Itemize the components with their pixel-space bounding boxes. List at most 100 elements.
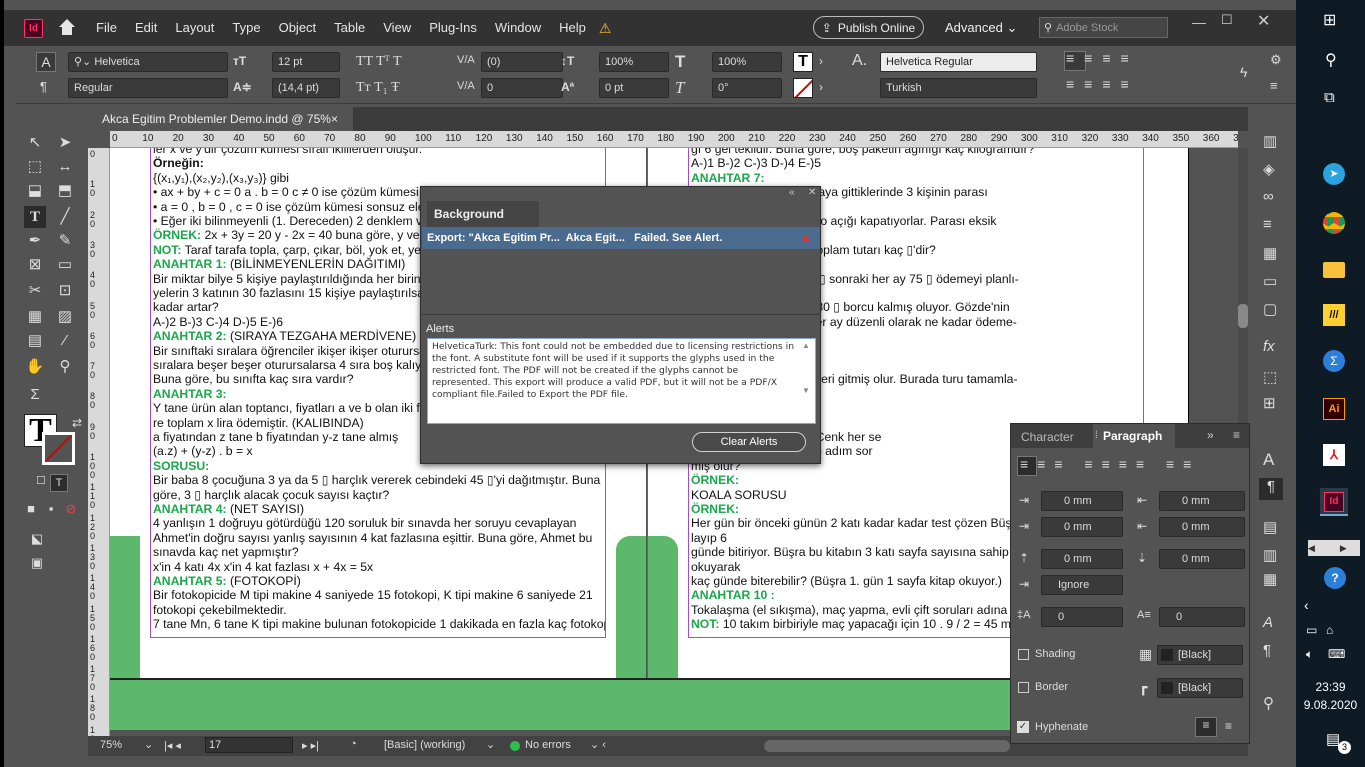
paragraph-mode-icon[interactable]: ¶ [40, 79, 47, 94]
pen-tool-icon[interactable]: ✒ [24, 230, 46, 252]
zoom-tool-icon[interactable]: ⚲ [54, 356, 76, 378]
start-icon[interactable]: ⊞ [1323, 10, 1336, 30]
apply-color-icon[interactable]: ■ [20, 498, 42, 520]
panel-close-icon[interactable]: ✕ [808, 187, 816, 198]
paragraph-icon[interactable]: ¶ [1259, 478, 1283, 500]
alerts-textbox[interactable]: HelveticaTurk: This font could not be em… [427, 338, 816, 424]
first-indent-field[interactable]: 0 mm [1041, 517, 1123, 537]
menu-plugins[interactable]: Plug-Ins [420, 10, 486, 46]
telegram-icon[interactable]: ➤ [1323, 163, 1345, 185]
hand-tool-icon[interactable]: ✋ [24, 356, 46, 378]
gradient-feather-icon[interactable]: ▨ [54, 306, 76, 328]
horizontal-scrollbar[interactable] [764, 740, 1010, 752]
workspace-switcher[interactable]: Advanced ⌄ [945, 10, 1017, 46]
single-line-composer-icon[interactable]: ≡ [1195, 717, 1217, 737]
lightning-icon[interactable]: ϟ [1240, 64, 1247, 80]
preflight-profile[interactable]: [Basic] (working) [384, 739, 465, 751]
character-style-field[interactable]: Helvetica Regular [880, 52, 1037, 72]
task-row[interactable]: Export: "Akca Egitim Pr... Akca Egit... … [422, 227, 820, 249]
page-tool-icon[interactable]: ⬚ [24, 156, 46, 178]
gradient-icon[interactable]: ▭ [1263, 272, 1277, 290]
panel-expand-icon[interactable]: » [1207, 428, 1214, 442]
border-settings-icon[interactable]: ┏ [1139, 679, 1147, 696]
language-icon[interactable]: ⌨ [1328, 647, 1345, 661]
menu-table[interactable]: Table [325, 10, 374, 46]
acrobat-icon[interactable]: ⅄ [1323, 444, 1345, 466]
effects-icon[interactable]: ▢ [1263, 300, 1277, 318]
battery-icon[interactable]: ▭ [1306, 623, 1317, 637]
gradient-swatch-icon[interactable]: ▦ [24, 306, 46, 328]
app-logo[interactable]: Id [24, 19, 43, 38]
apply-none-icon[interactable]: ⊘ [60, 498, 82, 520]
home-icon[interactable] [56, 16, 78, 38]
balance-lines-icon[interactable]: ≡ [1225, 719, 1232, 733]
stroke-color-swatch[interactable] [793, 78, 813, 98]
scroll-thumb[interactable] [1238, 304, 1248, 328]
baseline-shift-field[interactable]: 0 pt [599, 78, 669, 98]
drop-cap-chars-field[interactable]: 0 [1159, 607, 1245, 627]
border-checkbox[interactable] [1018, 682, 1029, 693]
formatting-text-icon[interactable]: T [50, 474, 68, 492]
sigma-icon[interactable]: Σ [24, 384, 46, 406]
stroke-swatch[interactable] [42, 432, 75, 465]
kerning-field[interactable]: (0) [481, 52, 563, 72]
layers-icon[interactable]: ◈ [1263, 160, 1275, 178]
rectangle-tool-icon[interactable]: ▭ [54, 254, 76, 276]
char-styles-icon[interactable]: A [1263, 614, 1273, 631]
tab-paragraph[interactable]: Paragraph [1093, 424, 1175, 448]
chrome-icon[interactable] [1323, 212, 1345, 234]
volume-icon[interactable]: 🔈︎ [1306, 647, 1313, 662]
table-styles-icon[interactable]: ▦ [1263, 570, 1277, 588]
menu-window[interactable]: Window [486, 10, 550, 46]
horizontal-ruler[interactable]: 0 10 20 30 40 50 60 70 80 90 100 110 120 130 140 150 160… [110, 131, 1238, 148]
drop-cap-lines-field[interactable]: 0 [1041, 607, 1123, 627]
panel-collapse-icon[interactable]: « [789, 187, 795, 198]
warning-icon[interactable]: ⚠ [595, 20, 612, 37]
formatting-container-icon[interactable]: ☐ [30, 470, 52, 492]
zoom-field[interactable]: 75% [100, 739, 122, 751]
justify-buttons[interactable]: ≡≡≡≡ [1066, 76, 1139, 92]
show-hidden-icon[interactable]: ‹ [1304, 597, 1309, 613]
zoom-chevron-icon[interactable]: ⌄ [144, 738, 153, 751]
object-styles-icon[interactable]: ⚲ [1263, 694, 1274, 712]
content-collector-icon[interactable]: ⬓ [24, 180, 46, 202]
fill-color-swatch[interactable]: T [793, 52, 813, 72]
clock-date[interactable]: 9.08.2020 [1296, 698, 1365, 712]
line-tool-icon[interactable]: ╱ [54, 206, 76, 228]
text-wrap-icon[interactable]: ⬚ [1263, 368, 1277, 386]
cell-styles-icon[interactable]: ▥ [1263, 546, 1277, 564]
small-caps-icon[interactable]: Tт T₁ Ŧ [356, 80, 400, 96]
rectangle-frame-icon[interactable]: ⊠ [24, 254, 46, 276]
align-grid-dropdown[interactable]: Ignore [1041, 575, 1123, 595]
panel-menu-icon[interactable]: ≡ [1270, 78, 1278, 93]
preflight-profile-icon[interactable]: ◔ [350, 738, 357, 750]
page-nav-next-icon[interactable]: ▸ ▸| [302, 739, 319, 752]
font-size-field[interactable]: 12 pt [272, 52, 340, 72]
stroke-icon[interactable]: ≡ [1263, 216, 1272, 233]
page-number-field[interactable]: 17 [205, 737, 293, 753]
screen-mode-icon[interactable]: ▣ [26, 552, 48, 574]
stock-search[interactable]: ⚲ Adobe Stock [1039, 17, 1168, 38]
indesign-taskbar-icon[interactable]: Id [1320, 488, 1348, 516]
shading-checkbox[interactable] [1018, 649, 1029, 660]
sigma-app-icon[interactable]: Σ [1323, 350, 1345, 372]
alignment-buttons[interactable]: ≡≡≡ ≡≡≡≡ ≡≡ [1020, 456, 1200, 472]
status-chevron-icon[interactable]: ⌄ [486, 738, 495, 751]
help-icon[interactable]: ? [1324, 567, 1346, 589]
clock-time[interactable]: 23:39 [1296, 680, 1365, 694]
menu-type[interactable]: Type [223, 10, 269, 46]
last-indent-field[interactable]: 0 mm [1159, 517, 1245, 537]
panel-menu-icon[interactable]: ≡ [1233, 428, 1240, 442]
gear-icon[interactable]: ⚙ [1270, 52, 1282, 68]
errors-status[interactable]: No errors [525, 739, 571, 751]
clear-alerts-button[interactable]: Clear Alerts [692, 432, 806, 452]
selection-tool-icon[interactable]: ↖ [24, 132, 46, 154]
left-indent-field[interactable]: 0 mm [1041, 491, 1123, 511]
search-input[interactable]: Adobe Stock [1056, 22, 1118, 34]
eyedropper-icon[interactable]: ⁄ [54, 330, 76, 352]
minimize-button[interactable]: — [1192, 14, 1206, 30]
document-tab[interactable]: Akca Egitim Problemler Demo.indd @ 75% × [88, 107, 353, 131]
pencil-tool-icon[interactable]: ✎ [54, 230, 76, 252]
type-tool-icon[interactable]: T [24, 206, 46, 228]
space-after-field[interactable]: 0 mm [1159, 549, 1245, 569]
